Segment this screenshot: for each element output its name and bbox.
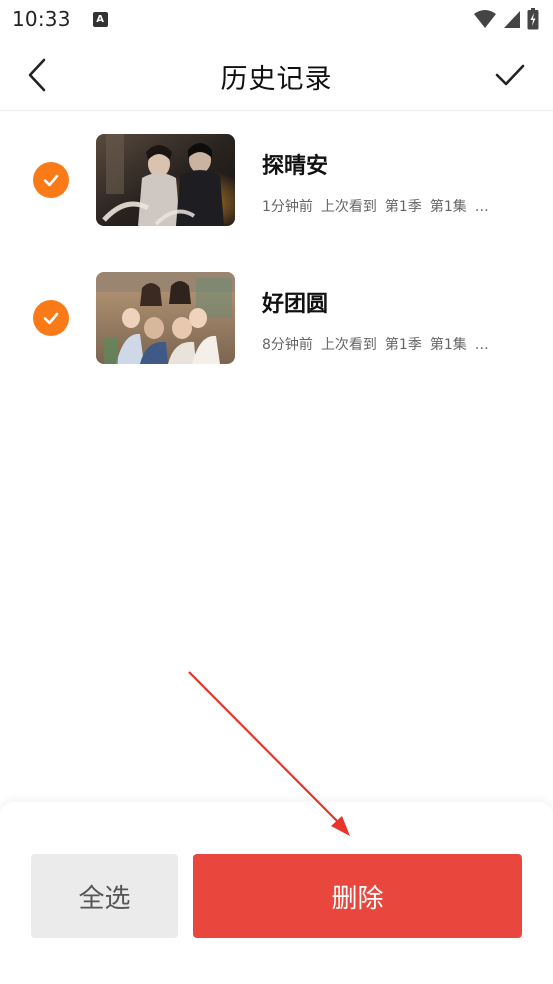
history-item-title: 好团圆 bbox=[262, 292, 329, 317]
episode-label: 第1集 bbox=[429, 337, 467, 353]
checkmark-icon bbox=[495, 64, 525, 86]
wifi-icon bbox=[474, 10, 496, 28]
battery-icon bbox=[527, 8, 539, 30]
selected-check-icon[interactable] bbox=[33, 162, 69, 198]
last-watched-label: 上次看到 bbox=[320, 199, 377, 215]
signal-icon bbox=[504, 11, 520, 28]
season-label: 第1季 bbox=[384, 199, 422, 215]
history-item-meta: 8分钟前 上次看到 第1季 第1集 … bbox=[262, 334, 497, 354]
notification-icon: A bbox=[92, 11, 108, 27]
history-list: 探晴安 1分钟前 上次看到 第1季 第1集… 好团圆 8分钟前 上次看到 第1季… bbox=[0, 112, 553, 388]
status-bar: 10:33 A bbox=[0, 0, 553, 38]
last-watched-label: 上次看到 bbox=[320, 337, 377, 353]
header: 历史记录 bbox=[0, 38, 553, 111]
season-label: 第1季 bbox=[384, 337, 422, 353]
poster-thumbnail bbox=[96, 134, 235, 226]
history-item-title: 探晴安 bbox=[262, 154, 329, 179]
status-time: 10:33 bbox=[12, 7, 71, 31]
history-item-meta: 1分钟前 上次看到 第1季 第1集 … bbox=[262, 196, 497, 216]
more-ellipsis: … bbox=[474, 199, 489, 215]
done-button[interactable] bbox=[493, 58, 527, 92]
history-item[interactable]: 好团圆 8分钟前 上次看到 第1季 第1集 … bbox=[0, 250, 553, 388]
status-icons bbox=[473, 8, 539, 30]
selected-check-icon[interactable] bbox=[33, 300, 69, 336]
episode-label: 第1集 bbox=[429, 199, 467, 215]
bottom-action-bar: 全选 删除 bbox=[0, 802, 553, 984]
more-ellipsis: … bbox=[474, 337, 489, 353]
history-item[interactable]: 探晴安 1分钟前 上次看到 第1季 第1集 … bbox=[0, 112, 553, 250]
select-all-button[interactable]: 全选 bbox=[31, 854, 178, 938]
delete-button[interactable]: 删除 bbox=[193, 854, 522, 938]
page-title: 历史记录 bbox=[220, 64, 333, 95]
watched-time: 8分钟前 bbox=[262, 337, 313, 353]
watched-time: 1分钟前 bbox=[262, 199, 313, 215]
poster-thumbnail bbox=[96, 272, 235, 364]
